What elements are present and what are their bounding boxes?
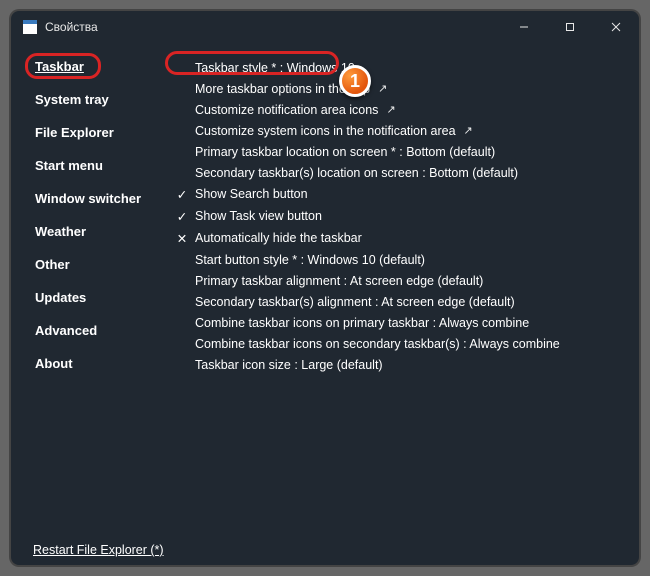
properties-window: Свойства Taskbar System tray File Explor… <box>11 11 639 565</box>
setting-row[interactable]: Secondary taskbar(s) alignment : At scre… <box>175 291 623 312</box>
setting-label: Taskbar style * : Windows 10 <box>195 61 355 75</box>
setting-row[interactable]: Primary taskbar location on screen * : B… <box>175 141 623 162</box>
sidebar-item-file-explorer[interactable]: File Explorer <box>31 121 159 144</box>
setting-label: Customize notification area icons <box>195 103 378 117</box>
body: Taskbar System tray File Explorer Start … <box>11 43 639 565</box>
setting-row[interactable]: Secondary taskbar(s) location on screen … <box>175 162 623 183</box>
setting-row[interactable]: Customize system icons in the notificati… <box>175 120 623 141</box>
setting-row[interactable]: Customize notification area icons ↗ <box>175 99 623 120</box>
annotation-marker-label: 1 <box>350 71 360 92</box>
setting-label: Start button style * : Windows 10 (defau… <box>175 253 425 267</box>
setting-label: Secondary taskbar(s) alignment : At scre… <box>175 295 515 309</box>
setting-label: Taskbar icon size : Large (default) <box>175 358 383 372</box>
check-icon: ✓ <box>175 209 189 224</box>
sidebar-item-updates[interactable]: Updates <box>31 286 159 309</box>
setting-row[interactable]: Taskbar style * : Windows 10 <box>175 57 623 78</box>
window-controls <box>501 11 639 43</box>
setting-label: Primary taskbar alignment : At screen ed… <box>175 274 483 288</box>
cross-icon: ✕ <box>175 231 189 246</box>
setting-row[interactable]: More taskbar options in the app↗ <box>175 78 623 99</box>
sidebar-item-start-menu[interactable]: Start menu <box>31 154 159 177</box>
setting-row[interactable]: Taskbar icon size : Large (default) <box>175 354 623 375</box>
restart-file-explorer-link[interactable]: Restart File Explorer (*) <box>33 543 164 557</box>
external-link-icon: ↗ <box>378 82 387 95</box>
setting-row[interactable]: Combine taskbar icons on secondary taskb… <box>175 333 623 354</box>
sidebar-item-advanced[interactable]: Advanced <box>31 319 159 342</box>
setting-label: Secondary taskbar(s) location on screen … <box>175 166 518 180</box>
setting-label: Customize system icons in the notificati… <box>195 124 456 138</box>
sidebar-item-other[interactable]: Other <box>31 253 159 276</box>
sidebar-item-taskbar[interactable]: Taskbar <box>31 55 159 78</box>
minimize-button[interactable] <box>501 11 547 43</box>
setting-row[interactable]: Combine taskbar icons on primary taskbar… <box>175 312 623 333</box>
annotation-marker: 1 <box>339 65 371 97</box>
setting-label: Combine taskbar icons on primary taskbar… <box>175 316 529 330</box>
setting-label: Primary taskbar location on screen * : B… <box>175 145 495 159</box>
titlebar: Свойства <box>11 11 639 43</box>
sidebar-item-about[interactable]: About <box>31 352 159 375</box>
external-link-icon: ↗ <box>464 124 473 137</box>
sidebar-item-weather[interactable]: Weather <box>31 220 159 243</box>
sidebar: Taskbar System tray File Explorer Start … <box>11 49 169 565</box>
titlebar-left: Свойства <box>23 20 98 34</box>
external-link-icon: ↗ <box>386 103 395 116</box>
setting-row[interactable]: Primary taskbar alignment : At screen ed… <box>175 270 623 291</box>
setting-label: Show Task view button <box>195 209 322 223</box>
app-icon <box>23 20 37 34</box>
setting-row[interactable]: ✕ Automatically hide the taskbar <box>175 227 623 249</box>
setting-row[interactable]: ✓ Show Task view button <box>175 205 623 227</box>
window-title: Свойства <box>45 20 98 34</box>
setting-row[interactable]: Start button style * : Windows 10 (defau… <box>175 249 623 270</box>
check-icon: ✓ <box>175 187 189 202</box>
close-button[interactable] <box>593 11 639 43</box>
setting-label: Automatically hide the taskbar <box>195 231 362 245</box>
setting-label: Show Search button <box>195 187 308 201</box>
setting-label: Combine taskbar icons on secondary taskb… <box>175 337 560 351</box>
setting-row[interactable]: ✓ Show Search button <box>175 183 623 205</box>
sidebar-item-window-switcher[interactable]: Window switcher <box>31 187 159 210</box>
maximize-button[interactable] <box>547 11 593 43</box>
content-panel: 1 Taskbar style * : Windows 10 More taskb… <box>169 49 639 565</box>
sidebar-item-system-tray[interactable]: System tray <box>31 88 159 111</box>
